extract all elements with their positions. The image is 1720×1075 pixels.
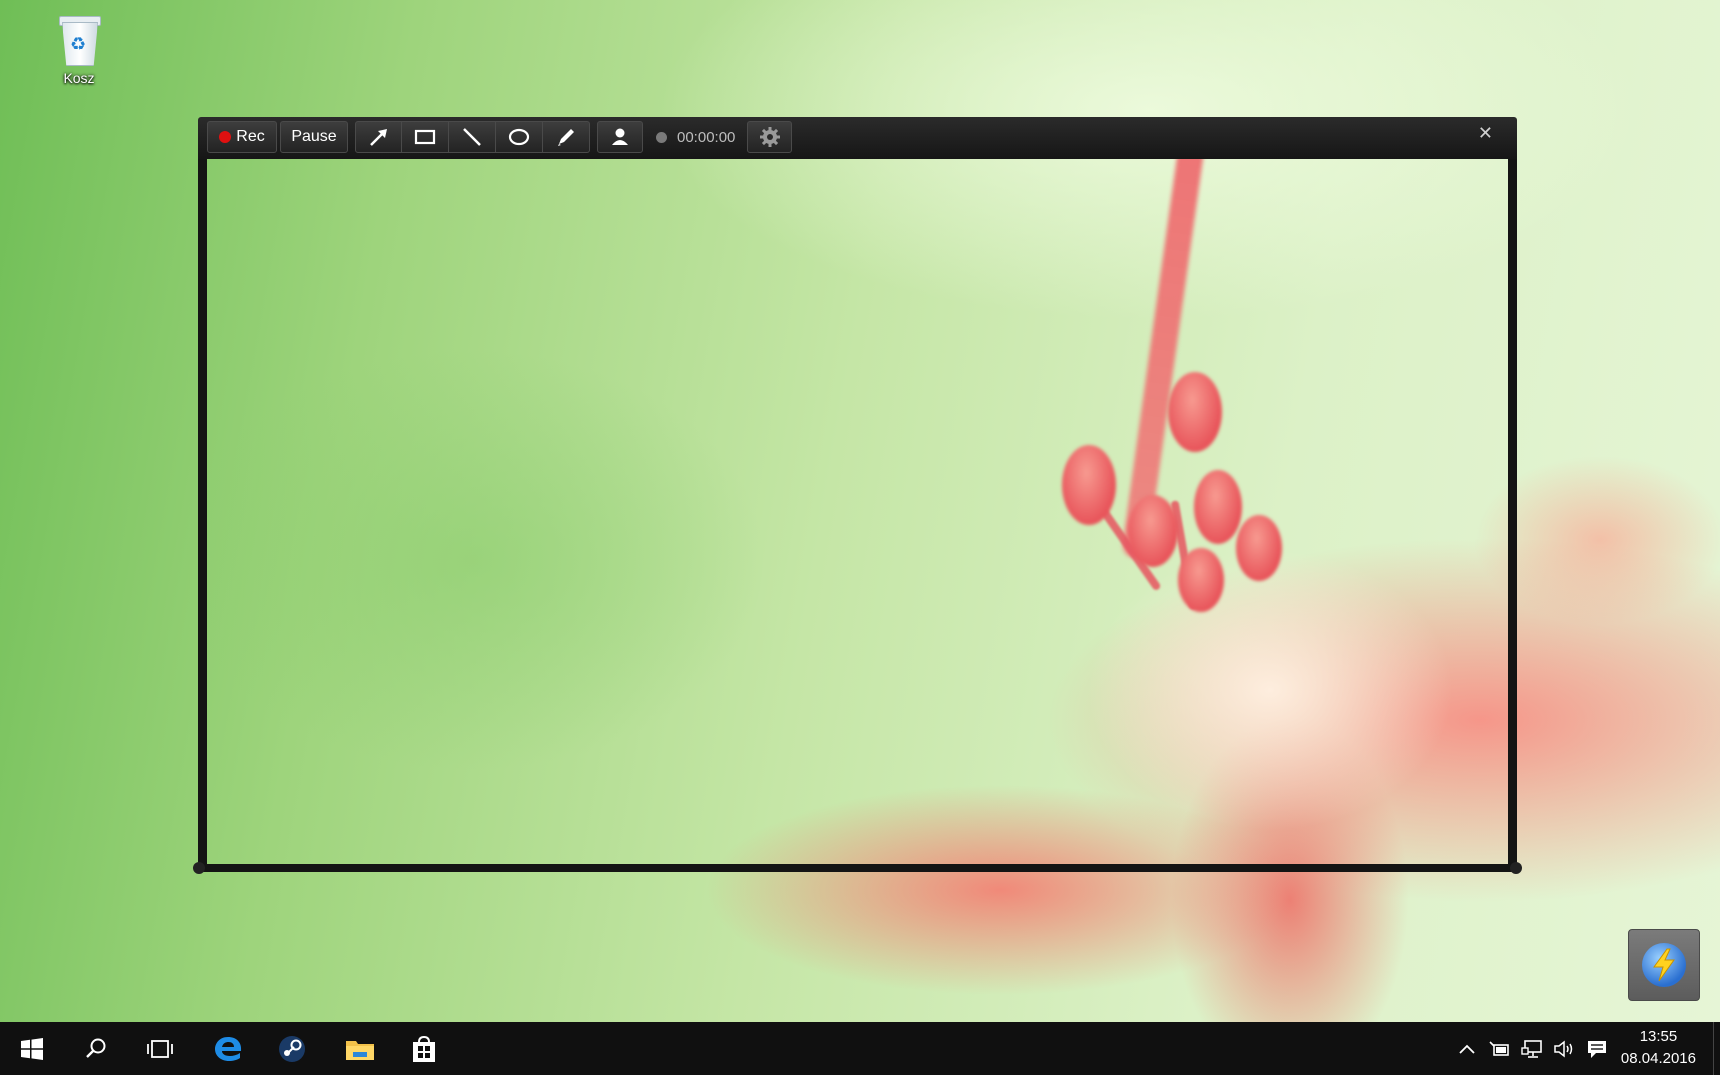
webcam-button[interactable]: [597, 121, 643, 153]
pencil-tool-icon: [558, 129, 574, 146]
pause-button[interactable]: Pause: [280, 121, 348, 153]
settings-button[interactable]: [747, 121, 793, 153]
chevron-up-icon: [1459, 1044, 1475, 1054]
network-icon: [1521, 1039, 1542, 1058]
pencil-tool-button[interactable]: [543, 121, 590, 153]
action-center-icon: [1588, 1040, 1606, 1058]
show-hidden-icons-button[interactable]: [1453, 1022, 1481, 1075]
status-dot-icon: [656, 131, 667, 143]
arrow-tool-button[interactable]: [355, 121, 402, 153]
desktop-icon-recycle-bin[interactable]: ♻ Kosz: [44, 12, 114, 86]
clock-date: 08.04.2016: [1620, 1050, 1696, 1067]
rec-button[interactable]: Rec: [207, 121, 277, 153]
edge-icon: [215, 1036, 242, 1061]
taskbar: 13:55 08.04.2016: [0, 1022, 1720, 1075]
timer-value: 00:00:00: [677, 128, 736, 146]
frame-left-edge[interactable]: [198, 159, 207, 866]
clock-time: 13:55: [1639, 1028, 1678, 1045]
volume-tray-button[interactable]: [1550, 1022, 1580, 1075]
file-explorer-taskbar-button[interactable]: [328, 1022, 392, 1075]
ellipse-tool-icon: [508, 128, 530, 146]
file-explorer-icon: [346, 1040, 374, 1060]
frame-bottom-edge[interactable]: [198, 864, 1517, 872]
pause-button-label: Pause: [291, 128, 337, 145]
desktop-icon-label: Kosz: [63, 70, 95, 86]
task-view-icon: [147, 1039, 173, 1058]
task-view-button[interactable]: [128, 1022, 192, 1075]
drawing-tools: [355, 121, 590, 153]
lightning-app-button[interactable]: [1628, 929, 1700, 1001]
search-button[interactable]: [64, 1022, 128, 1075]
record-dot-icon: [219, 131, 232, 143]
rec-button-label: Rec: [236, 128, 265, 145]
close-button[interactable]: ✕: [1478, 123, 1493, 144]
battery-icon: [1489, 1040, 1509, 1056]
network-tray-button[interactable]: [1517, 1022, 1547, 1075]
store-icon: [413, 1035, 435, 1062]
start-button[interactable]: [0, 1022, 64, 1075]
rectangle-tool-button[interactable]: [402, 121, 449, 153]
steam-taskbar-button[interactable]: [260, 1022, 324, 1075]
line-tool-button[interactable]: [449, 121, 496, 153]
line-tool-icon: [463, 128, 481, 146]
taskbar-clock[interactable]: 13:55 08.04.2016: [1621, 1026, 1696, 1070]
recording-timer: 00:00:00: [656, 129, 735, 146]
search-icon: [86, 1038, 106, 1058]
power-tray-button[interactable]: [1484, 1022, 1514, 1075]
action-center-button[interactable]: [1582, 1022, 1612, 1075]
rectangle-tool-icon: [414, 129, 436, 145]
gear-icon: [759, 127, 780, 147]
user-icon: [612, 128, 628, 145]
recorder-frame: Rec Pause 00:00:00 ✕: [193, 117, 1522, 874]
show-desktop-button[interactable]: [1713, 1022, 1720, 1075]
ellipse-tool-button[interactable]: [496, 121, 543, 153]
store-taskbar-button[interactable]: [392, 1022, 456, 1075]
recorder-toolbar: Rec Pause 00:00:00: [207, 120, 793, 154]
volume-icon: [1554, 1039, 1573, 1058]
lightning-app-icon: [1642, 943, 1686, 987]
resize-handle-bottom-right[interactable]: [1510, 862, 1522, 874]
arrow-tool-icon: [369, 129, 387, 146]
resize-handle-bottom-left[interactable]: [193, 862, 205, 874]
recycle-bin-icon: ♻: [56, 12, 102, 66]
recorder-toolbar-bar[interactable]: Rec Pause 00:00:00 ✕: [198, 117, 1517, 159]
windows-start-icon: [21, 1037, 43, 1060]
steam-icon: [279, 1035, 305, 1062]
edge-taskbar-button[interactable]: [196, 1022, 260, 1075]
frame-right-edge[interactable]: [1508, 159, 1517, 866]
